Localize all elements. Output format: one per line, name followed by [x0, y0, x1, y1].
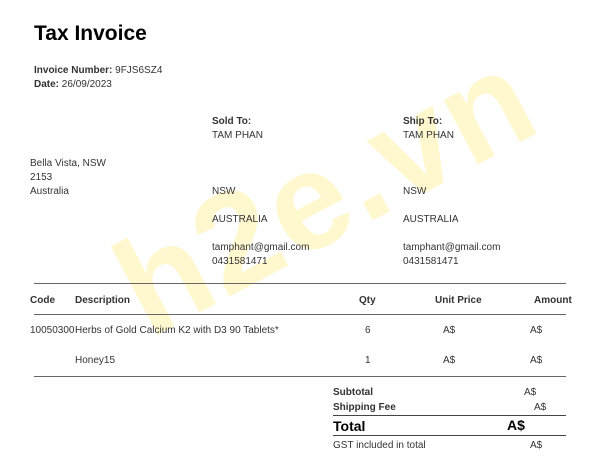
table-bottom-divider: [34, 376, 566, 377]
subtotal-label: Subtotal: [333, 387, 373, 398]
table-top-divider: [34, 283, 566, 284]
row-qty: 1: [365, 355, 371, 366]
ship-to-country: AUSTRALIA: [403, 214, 459, 225]
invoice-date-label: Date:: [34, 79, 60, 90]
row-amount: A$: [530, 355, 543, 366]
header-code: Code: [30, 295, 55, 306]
total-top-divider: [333, 415, 566, 416]
shipping-fee-value: A$: [534, 402, 547, 413]
row-amount: A$: [530, 325, 543, 336]
row-description: Herbs of Gold Calcium K2 with D3 90 Tabl…: [75, 325, 279, 336]
ship-to-state: NSW: [403, 186, 427, 197]
invoice-number: Invoice Number: 9FJS6SZ4: [34, 65, 162, 76]
gst-value: A$: [530, 440, 543, 451]
header-qty: Qty: [359, 295, 376, 306]
header-amount: Amount: [534, 295, 572, 306]
shipping-fee-label: Shipping Fee: [333, 402, 396, 413]
row-qty: 6: [365, 325, 371, 336]
table-header-divider: [34, 314, 566, 315]
ship-to-label: Ship To:: [403, 116, 443, 127]
total-bottom-divider: [333, 435, 566, 436]
sold-to-country: AUSTRALIA: [212, 214, 268, 225]
page-title: Tax Invoice: [34, 22, 147, 45]
invoice-number-label: Invoice Number:: [34, 65, 113, 76]
invoice-number-value: 9FJS6SZ4: [115, 65, 163, 76]
sold-to-name: TAM PHAN: [212, 130, 263, 141]
row-code: 10050300: [30, 325, 75, 336]
row-unit-price: A$: [443, 355, 456, 366]
seller-address-line2: 2153: [30, 172, 53, 183]
invoice-date-value: 26/09/2023: [61, 79, 112, 90]
row-description: Honey15: [75, 355, 116, 366]
subtotal-value: A$: [524, 387, 537, 398]
sold-to-state: NSW: [212, 186, 236, 197]
ship-to-name: TAM PHAN: [403, 130, 454, 141]
sold-to-phone: 0431581471: [212, 256, 268, 267]
invoice-date: Date: 26/09/2023: [34, 79, 112, 90]
header-unit-price: Unit Price: [435, 295, 482, 306]
total-label: Total: [333, 418, 366, 434]
row-unit-price: A$: [443, 325, 456, 336]
ship-to-phone: 0431581471: [403, 256, 459, 267]
sold-to-label: Sold To:: [212, 116, 252, 127]
header-description: Description: [75, 295, 131, 306]
ship-to-email: tamphant@gmail.com: [403, 242, 501, 253]
gst-label: GST included in total: [333, 440, 426, 451]
seller-address-line3: Australia: [30, 186, 69, 197]
seller-address-line1: Bella Vista, NSW: [30, 158, 106, 169]
total-value: A$: [507, 417, 525, 433]
sold-to-email: tamphant@gmail.com: [212, 242, 310, 253]
